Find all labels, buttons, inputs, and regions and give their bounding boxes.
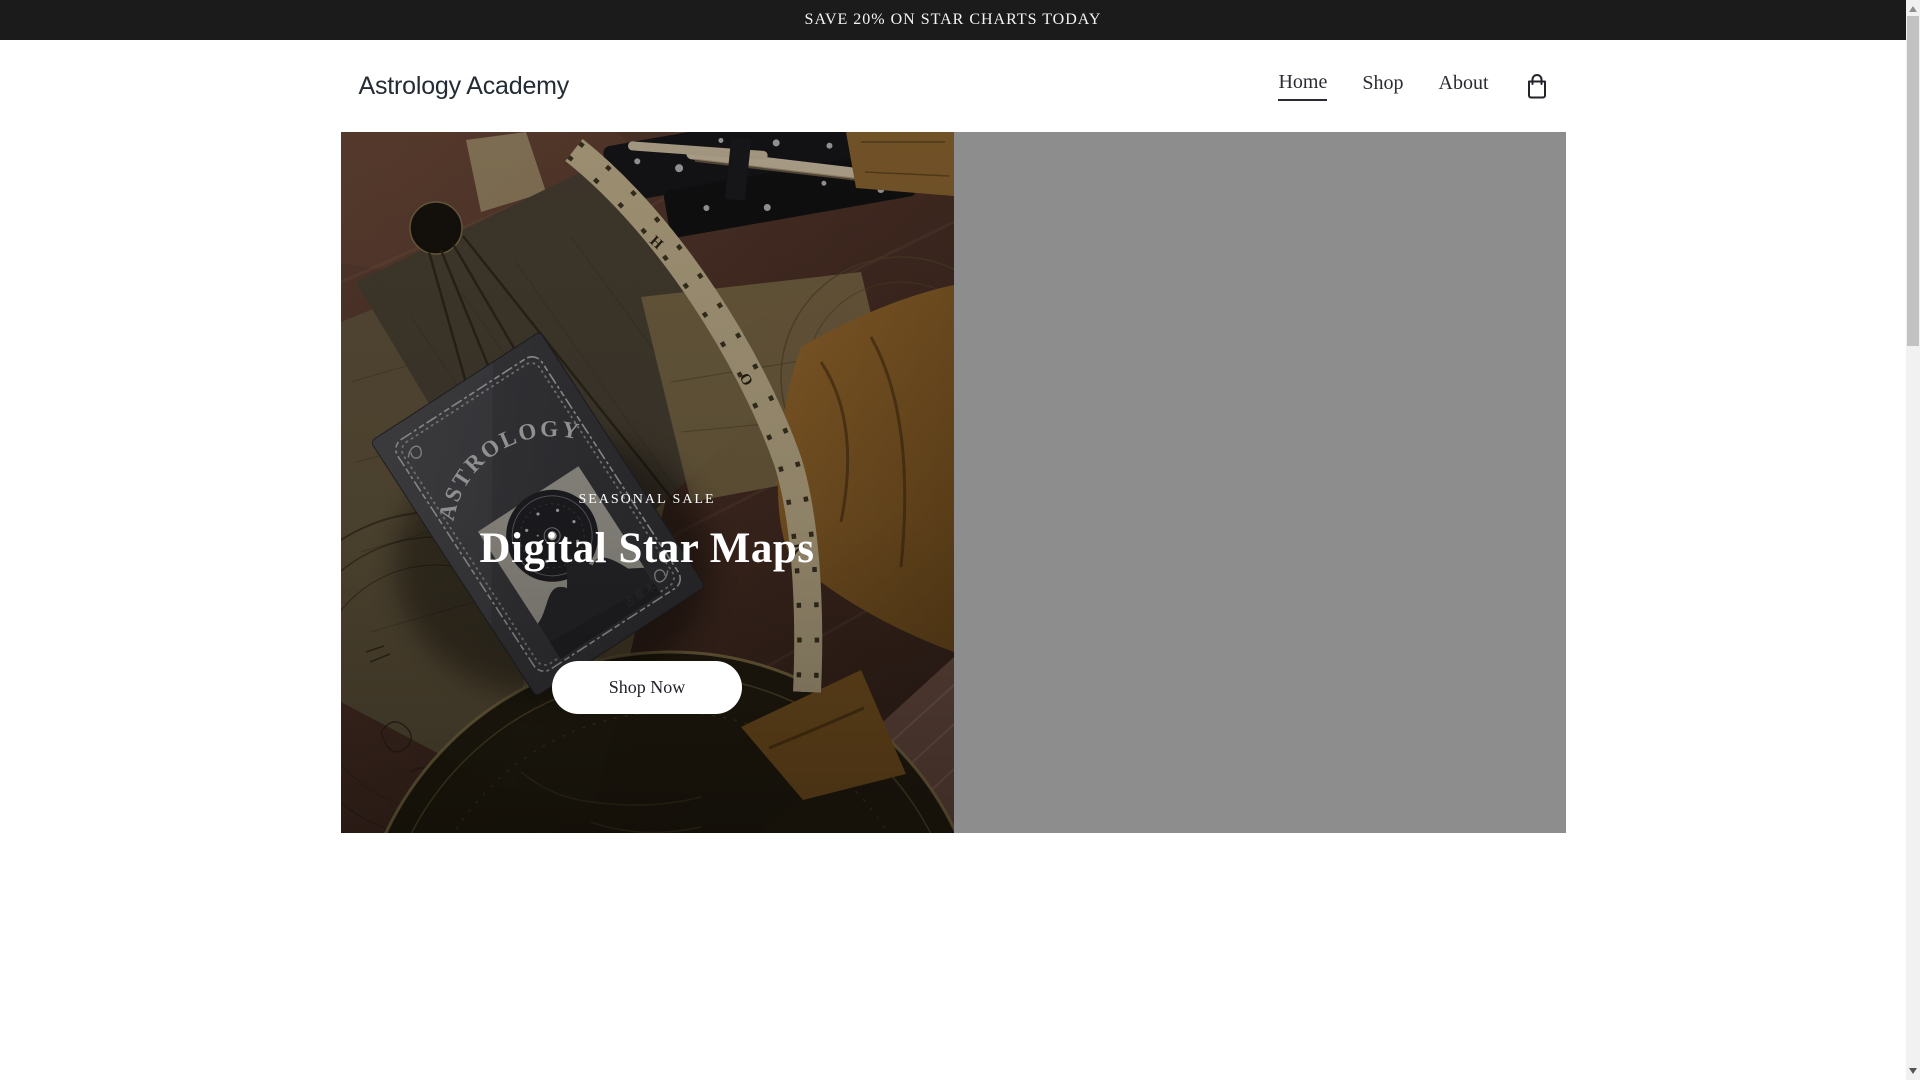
hero-eyebrow: SEASONAL SALE bbox=[578, 492, 716, 507]
shopping-bag-icon bbox=[1527, 74, 1546, 99]
hero-content: SEASONAL SALE Digital Star Maps Shop Now bbox=[341, 132, 954, 833]
hero-section: H O R ASTROLOGY bbox=[340, 132, 1566, 833]
scroll-down-arrow[interactable] bbox=[1909, 1068, 1917, 1074]
nav-link-shop[interactable]: Shop bbox=[1362, 72, 1403, 100]
page: SAVE 20% ON STAR CHARTS TODAY Astrology … bbox=[0, 0, 1906, 1080]
scroll-up-arrow[interactable] bbox=[1909, 6, 1917, 12]
main-nav: Home Shop About bbox=[1243, 71, 1547, 101]
nav-link-about[interactable]: About bbox=[1439, 72, 1489, 100]
site-header: Astrology Academy Home Shop About bbox=[0, 40, 1906, 132]
announcement-text: SAVE 20% ON STAR CHARTS TODAY bbox=[804, 11, 1102, 28]
announcement-bar: SAVE 20% ON STAR CHARTS TODAY bbox=[0, 0, 1906, 40]
cart-button[interactable] bbox=[1526, 72, 1548, 100]
hero-title: Digital Star Maps bbox=[479, 525, 815, 572]
site-logo[interactable]: Astrology Academy bbox=[359, 72, 570, 101]
hero-image-placeholder bbox=[953, 132, 1566, 833]
hero-image: H O R ASTROLOGY bbox=[340, 132, 954, 833]
scrollbar[interactable] bbox=[1906, 0, 1920, 1080]
scrollbar-thumb[interactable] bbox=[1907, 16, 1919, 346]
shop-now-button[interactable]: Shop Now bbox=[552, 661, 742, 715]
nav-link-home[interactable]: Home bbox=[1278, 71, 1328, 101]
